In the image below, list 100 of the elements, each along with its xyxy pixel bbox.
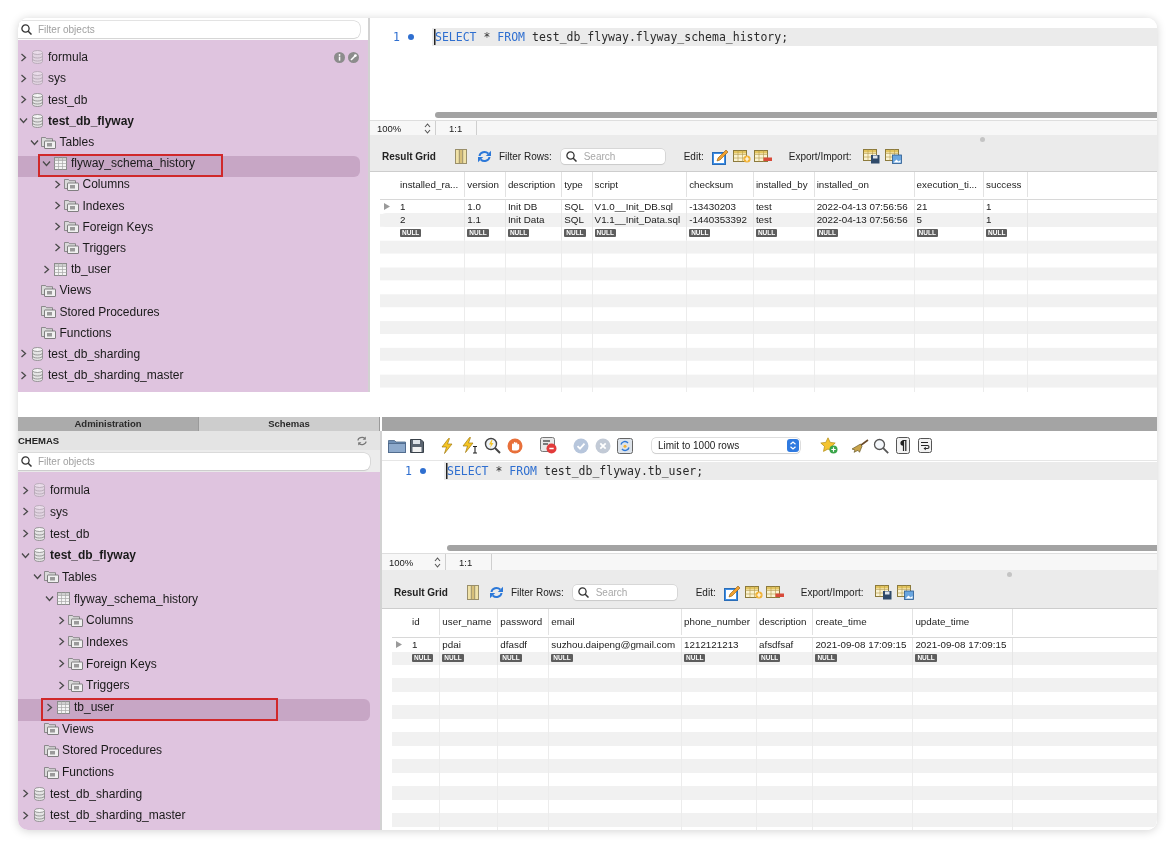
chevron-right-icon[interactable] [57, 659, 65, 669]
pilcrow-icon[interactable] [896, 437, 910, 454]
table-row[interactable]: 1 pdai dfasdf suzhou.daipeng@gmail.com 1212121213 afsdfsaf 2021-09-08 17:09:15 2021-09-08 17:09:15 [392, 638, 1157, 652]
square-arrows-icon[interactable] [617, 437, 633, 454]
floppy-icon[interactable] [410, 438, 424, 453]
chevron-down-icon[interactable] [18, 117, 28, 125]
column-header[interactable]: phone_number [682, 609, 757, 635]
tree-item[interactable]: tb_user [18, 261, 360, 283]
chevron-down-icon[interactable] [41, 159, 51, 167]
tree-item[interactable]: sys [18, 70, 360, 93]
column-header[interactable]: success [984, 172, 1029, 197]
table-picture-icon[interactable] [896, 585, 914, 600]
chevron-right-icon[interactable] [57, 637, 65, 647]
stepper-icon[interactable] [424, 122, 431, 134]
column-header[interactable]: user_name [440, 609, 499, 635]
refresh-icon[interactable] [476, 150, 492, 163]
column-header[interactable]: installed_ra... [398, 172, 466, 197]
filter-objects-field[interactable]: Filter objects [18, 452, 370, 470]
chevron-right-icon[interactable] [54, 179, 61, 189]
horizontal-scrollbar[interactable] [435, 112, 1157, 118]
chevron-right-icon[interactable] [19, 52, 27, 62]
tree-item[interactable]: Tables [18, 134, 360, 156]
chevron-right-icon[interactable] [54, 201, 61, 211]
result-grid-tab[interactable]: Result Grid [382, 151, 436, 162]
tree-item[interactable]: formula [18, 482, 370, 505]
chevron-right-icon[interactable] [21, 529, 29, 538]
tree-item[interactable]: Stored Procedures [18, 742, 370, 765]
grid-columns-icon[interactable] [466, 585, 479, 600]
lightning-icon[interactable] [441, 437, 453, 454]
column-header[interactable]: checksum [687, 172, 754, 197]
tree-item[interactable]: Columns [18, 612, 370, 635]
filter-rows-field[interactable]: Search [572, 585, 677, 600]
chevron-down-icon[interactable] [30, 138, 39, 146]
table-plus-icon[interactable] [732, 150, 751, 163]
column-header[interactable]: description [757, 609, 814, 635]
tree-item[interactable]: Views [18, 721, 370, 743]
chevron-right-icon[interactable] [42, 264, 50, 274]
wrench-icon[interactable] [348, 51, 359, 63]
refresh-icon[interactable] [356, 435, 368, 446]
chevron-right-icon[interactable] [19, 349, 27, 359]
filter-rows-field[interactable]: Search [560, 149, 665, 164]
table-floppy-icon[interactable] [862, 149, 880, 164]
table-picture-icon[interactable] [884, 149, 902, 164]
broom-icon[interactable] [851, 438, 869, 453]
chevron-right-icon[interactable] [21, 485, 29, 495]
tree-item[interactable]: formula [18, 49, 360, 71]
tree-item[interactable]: flyway_schema_history [18, 590, 370, 613]
filter-objects-field[interactable]: Filter objects [18, 20, 360, 38]
grid-columns-icon[interactable] [454, 149, 467, 164]
tree-item[interactable]: Functions [18, 764, 370, 787]
tree-item[interactable]: Tables [18, 569, 370, 591]
stepper-icon[interactable] [434, 556, 441, 568]
tree-item[interactable]: Stored Procedures [18, 303, 360, 326]
chevron-right-icon[interactable] [21, 810, 29, 820]
sidebar-tab[interactable]: Administration [18, 417, 199, 431]
column-header[interactable]: id [410, 609, 441, 635]
column-header[interactable]: type [562, 172, 593, 197]
stop-hand-icon[interactable] [507, 437, 523, 454]
column-header[interactable]: script [592, 172, 688, 197]
chevron-right-icon[interactable] [45, 702, 53, 712]
sidebar-tab[interactable]: Schemas [199, 417, 380, 431]
column-header[interactable]: description [505, 172, 563, 197]
tree-item[interactable]: Triggers [18, 240, 360, 262]
table-row[interactable]: 2 1.1 Init Data SQL V1.1__Init_Data.sql -1440353392 test 2022-04-13 07:56:56 5 1 [380, 213, 1157, 227]
chevron-right-icon[interactable] [19, 370, 27, 380]
table-floppy-icon[interactable] [874, 585, 892, 600]
chevron-right-icon[interactable] [19, 95, 27, 105]
row-limit-dropdown[interactable]: Limit to 1000 rows [652, 438, 800, 453]
tree-item[interactable]: Foreign Keys [18, 219, 360, 241]
tree-item[interactable]: Triggers [18, 677, 370, 700]
chevron-right-icon[interactable] [21, 789, 29, 799]
tree-item[interactable]: test_db_sharding [18, 786, 370, 808]
info-icon[interactable] [334, 51, 345, 63]
magnifier-lightning-icon[interactable] [484, 437, 501, 454]
chevron-down-icon[interactable] [44, 595, 54, 603]
chevron-right-icon[interactable] [19, 73, 27, 83]
horizontal-scrollbar[interactable] [447, 545, 1157, 551]
check-circle-icon[interactable] [573, 437, 589, 454]
chevron-right-icon[interactable] [57, 680, 65, 690]
splitter-handle-icon[interactable] [980, 137, 985, 142]
column-header[interactable]: execution_ti... [914, 172, 985, 197]
splitter-handle-icon[interactable] [1007, 572, 1012, 577]
tree-item[interactable]: Foreign Keys [18, 656, 370, 678]
dropdown-stepper-icon[interactable] [787, 439, 799, 452]
column-header[interactable]: create_time [813, 609, 914, 635]
chevron-right-icon[interactable] [54, 243, 61, 253]
chevron-down-icon[interactable] [32, 573, 42, 581]
tree-item[interactable]: Indexes [18, 634, 370, 656]
refresh-icon[interactable] [488, 586, 504, 599]
pencil-icon[interactable] [711, 148, 729, 165]
tree-item[interactable]: Indexes [18, 198, 360, 220]
tree-item[interactable]: test_db [18, 525, 370, 548]
tree-item[interactable]: sys [18, 504, 370, 526]
tree-item[interactable]: Columns [18, 176, 360, 198]
table-plus-icon[interactable] [744, 586, 763, 599]
tree-item[interactable]: Views [18, 282, 360, 304]
column-header[interactable]: password [498, 609, 550, 635]
column-header[interactable]: version [465, 172, 506, 197]
pencil-icon[interactable] [723, 584, 741, 601]
tree-item[interactable]: test_db_sharding [18, 346, 360, 368]
